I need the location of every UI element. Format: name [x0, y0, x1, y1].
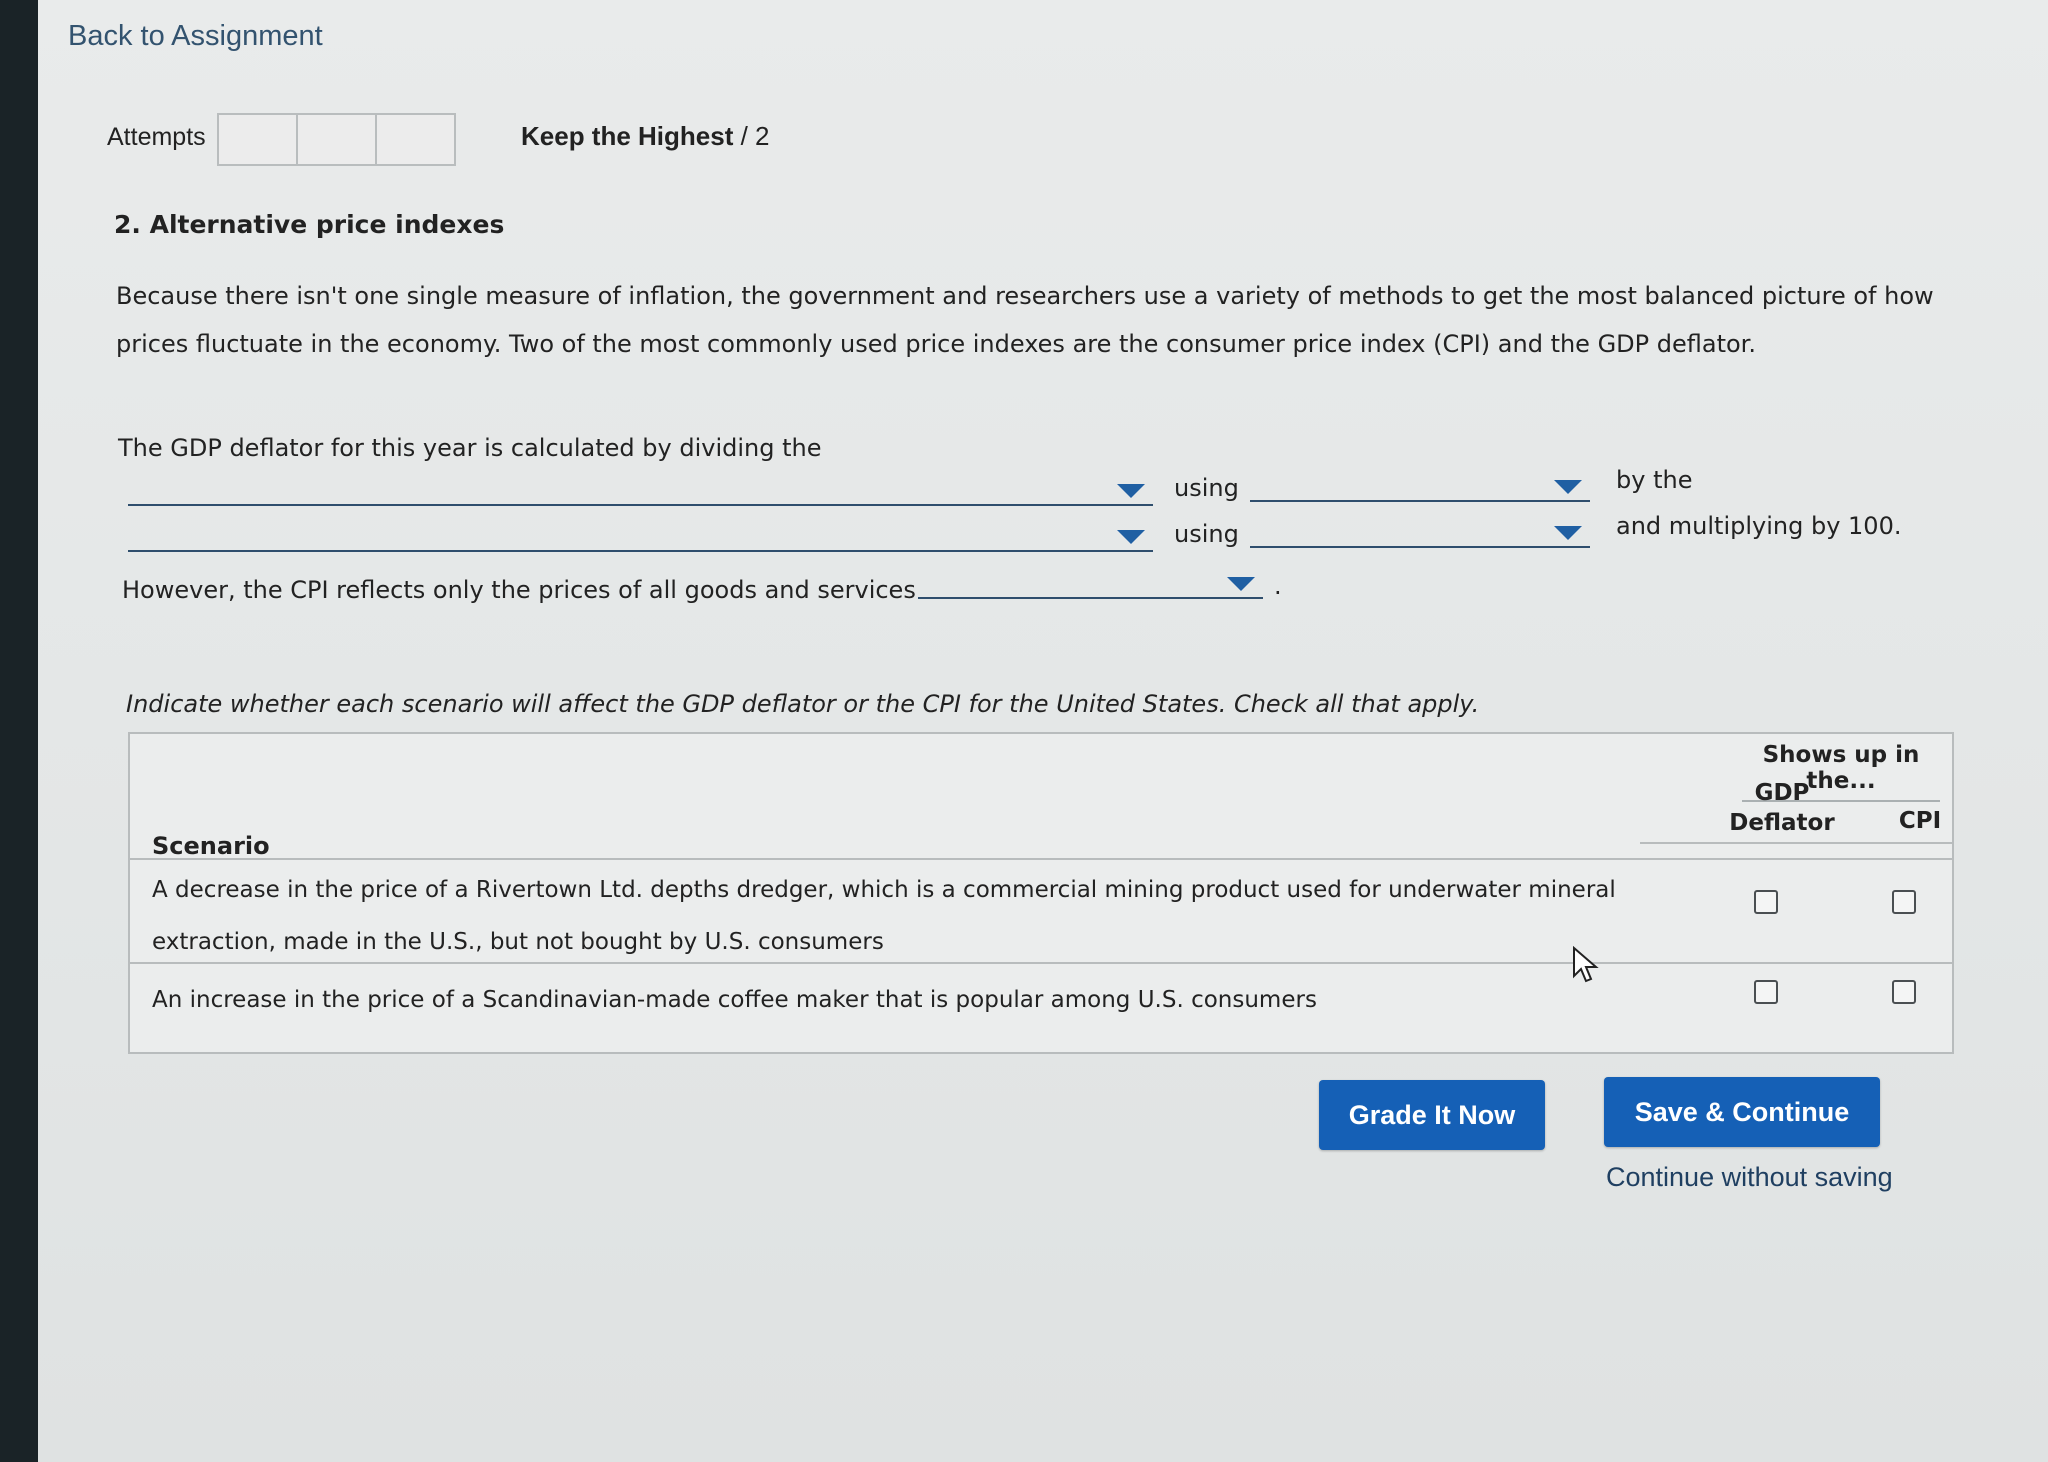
chevron-down-icon: [1554, 526, 1582, 540]
gdp-header-line1: GDP: [1754, 780, 1810, 806]
attempts-label: Attempts: [107, 123, 206, 151]
cpi-scope-dropdown[interactable]: [918, 567, 1263, 599]
grade-it-now-button[interactable]: Grade It Now: [1319, 1080, 1545, 1150]
continue-without-saving-link[interactable]: Continue without saving: [1606, 1162, 1893, 1193]
attempt-box: [217, 113, 298, 166]
attempt-box: [375, 113, 456, 166]
denominator-basis-dropdown[interactable]: [1250, 516, 1590, 548]
row1-gdp-checkbox[interactable]: [1754, 890, 1778, 914]
question-title: 2. Alternative price indexes: [114, 210, 505, 239]
chevron-down-icon: [1227, 577, 1255, 591]
grading-policy: Keep the Highest / 2: [521, 121, 770, 152]
save-and-continue-button[interactable]: Save & Continue: [1604, 1077, 1880, 1147]
mouse-pointer-icon: [1573, 946, 1599, 983]
attempt-boxes: [217, 113, 456, 166]
question-intro: Because there isn't one single measure o…: [116, 282, 1934, 358]
scenario-column-header: Scenario: [152, 832, 270, 860]
scenario-table: Shows up in the... GDP Deflator CPI Scen…: [128, 732, 1954, 1054]
table-row: A decrease in the price of a Rivertown L…: [152, 877, 1616, 955]
gdp-deflator-column-header: GDP Deflator: [1712, 778, 1852, 838]
table-instruction: Indicate whether each scenario will affe…: [126, 690, 1480, 718]
table-divider: [130, 962, 1952, 964]
multiply-text: and multiplying by 100.: [1616, 512, 1902, 540]
attempt-box: [296, 113, 377, 166]
numerator-dropdown[interactable]: [128, 474, 1153, 506]
by-the-text: by the: [1616, 466, 1693, 494]
row2-gdp-checkbox[interactable]: [1754, 980, 1778, 1004]
left-sidebar: [0, 0, 38, 1462]
chevron-down-icon: [1117, 484, 1145, 498]
grading-points: / 2: [740, 121, 770, 151]
cpi-sentence: However, the CPI reflects only the price…: [122, 576, 916, 604]
denominator-dropdown[interactable]: [128, 520, 1153, 552]
header-divider: [1640, 842, 1952, 844]
gdp-sentence-start: The GDP deflator for this year is calcul…: [118, 434, 822, 462]
numerator-basis-dropdown[interactable]: [1250, 470, 1590, 502]
back-to-assignment-link[interactable]: Back to Assignment: [68, 20, 323, 53]
row2-cpi-checkbox[interactable]: [1892, 980, 1916, 1004]
table-divider: [130, 858, 1952, 860]
grading-policy-label: Keep the Highest: [521, 121, 734, 151]
gdp-header-line2: Deflator: [1729, 810, 1835, 836]
using-text-1: using: [1174, 474, 1239, 502]
assignment-page: Back to Assignment Attempts Keep the Hig…: [38, 0, 2048, 1462]
cpi-sentence-period: .: [1274, 572, 1282, 600]
using-text-2: using: [1174, 520, 1239, 548]
chevron-down-icon: [1117, 530, 1145, 544]
row1-cpi-checkbox[interactable]: [1892, 890, 1916, 914]
cpi-column-header: CPI: [1898, 808, 1942, 834]
table-row: An increase in the price of a Scandinavi…: [152, 987, 1317, 1013]
chevron-down-icon: [1554, 480, 1582, 494]
